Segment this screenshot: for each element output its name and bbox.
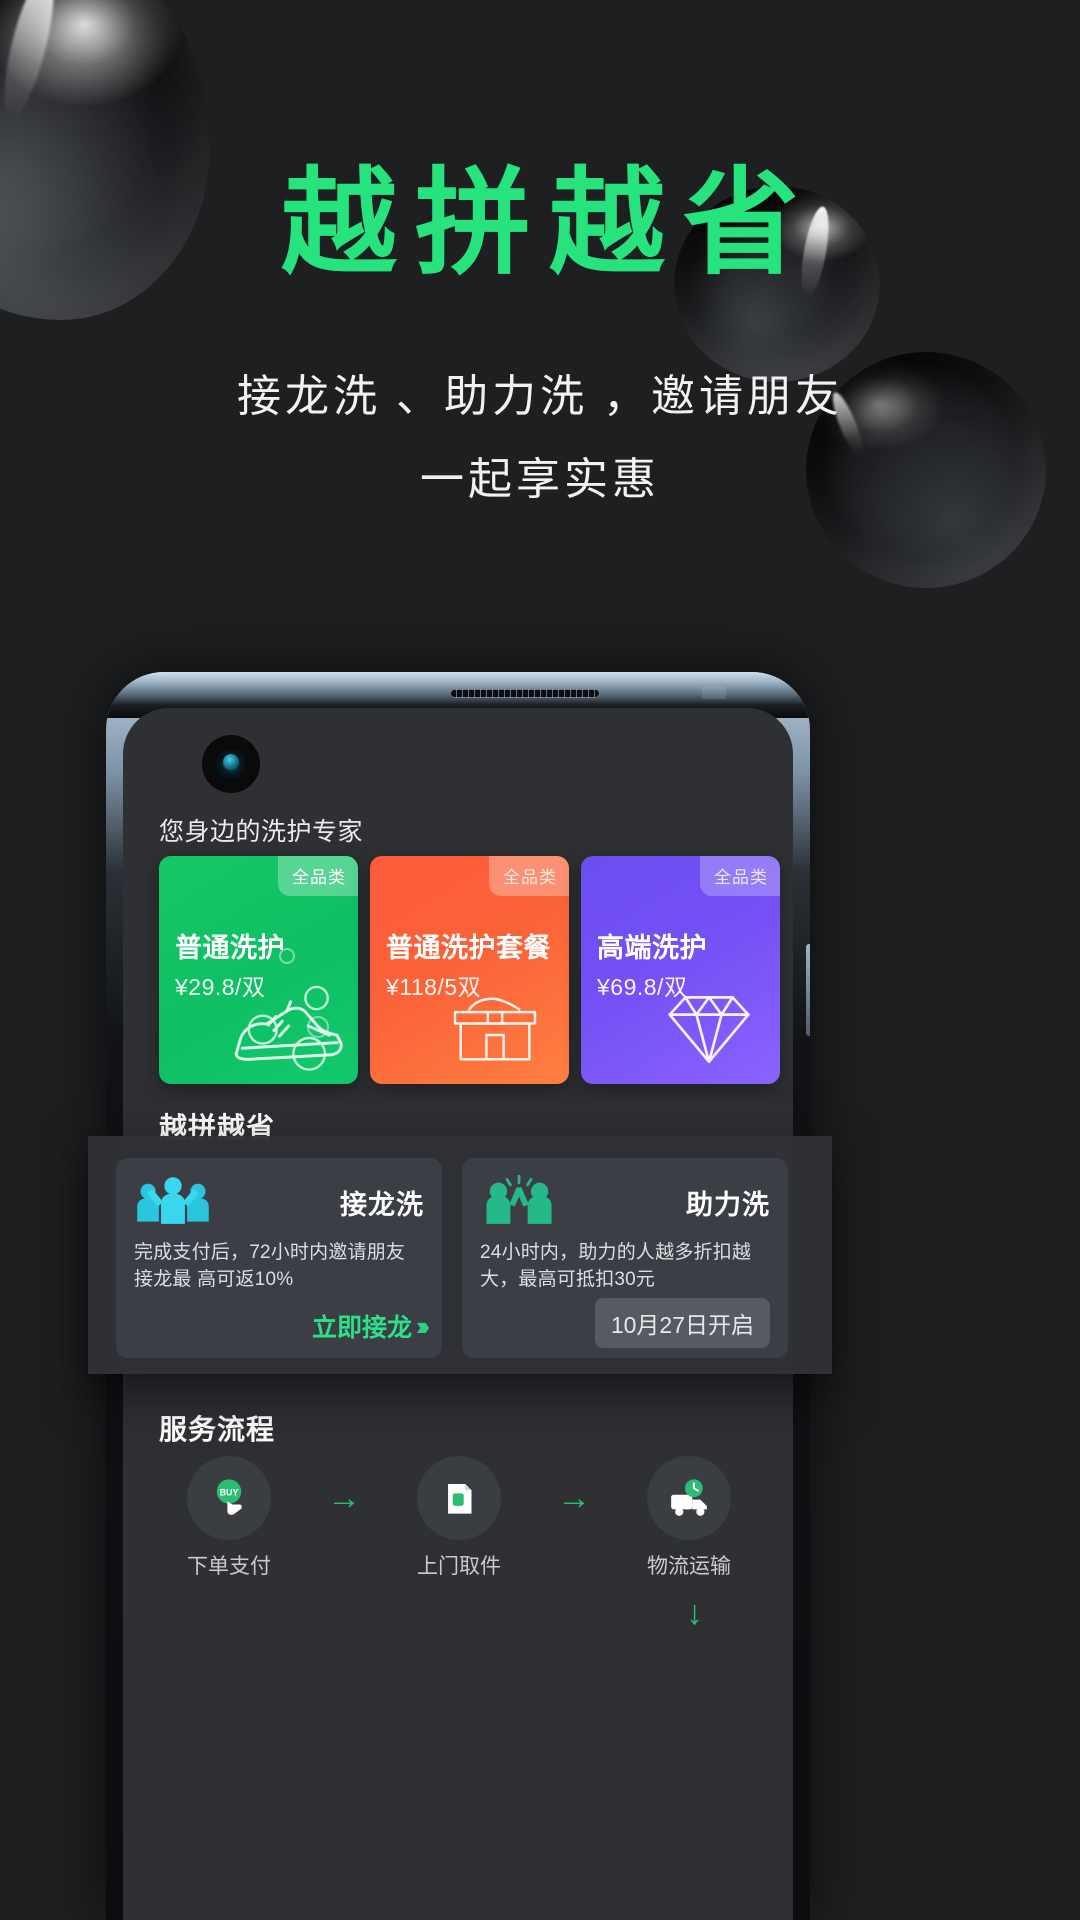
- flow-arrow-1: →: [327, 1479, 361, 1517]
- promo-overlay-panel: 接龙洗 完成支付后，72小时内邀请朋友接龙最 高可返10% 立即接龙 ››› 助…: [88, 1136, 832, 1374]
- flow-step-1[interactable]: BUY 下单支付: [159, 1456, 299, 1580]
- flow-arrow-2: →: [557, 1479, 591, 1517]
- flow-step-3[interactable]: 物流运输: [619, 1456, 759, 1580]
- phone-volume-button: [806, 944, 810, 1036]
- promo-card-title: 接龙洗: [340, 1189, 424, 1220]
- category-badge: 全品类: [489, 856, 569, 896]
- delivery-truck-icon: [647, 1456, 731, 1540]
- product-name: 普通洗护套餐: [386, 933, 551, 963]
- flow-step-label: 物流运输: [647, 1555, 731, 1578]
- flow-step-label: 上门取件: [417, 1555, 501, 1578]
- product-card-list: 全品类 普通洗护 ¥29.8/双 全品类 普通洗护套餐 ¥118/5双 全品类 …: [159, 856, 780, 1084]
- start-date-badge: 10月27日开启: [594, 1298, 770, 1348]
- hero-subtitle-line1: 接龙洗 、助力洗 ，邀请朋友: [237, 372, 843, 421]
- promo-card-list: 接龙洗 完成支付后，72小时内邀请朋友接龙最 高可返10% 立即接龙 ››› 助…: [116, 1158, 788, 1358]
- app-header-title: 您身边的洗护专家: [159, 818, 364, 846]
- section-title-flow: 服务流程: [159, 1408, 276, 1450]
- bubble-accent: [279, 948, 295, 964]
- section-title-flow-text: 服务流程: [159, 1414, 276, 1445]
- product-card-高端洗护[interactable]: 全品类 高端洗护 ¥69.8/双: [581, 856, 780, 1084]
- product-name: 普通洗护: [175, 933, 285, 963]
- earpiece-speaker: [450, 689, 600, 698]
- tap-to-pay-icon: BUY: [187, 1456, 271, 1540]
- service-flow: BUY 下单支付 → 上门取件 → 物流运输 ↓: [159, 1456, 759, 1633]
- flow-step-2[interactable]: 上门取件: [389, 1456, 529, 1580]
- promo-card-desc: 24小时内，助力的人越多折扣越大，最高可抵扣30元: [480, 1242, 752, 1290]
- category-badge: 全品类: [278, 856, 358, 896]
- product-card-普通洗护套餐[interactable]: 全品类 普通洗护套餐 ¥118/5双: [370, 856, 569, 1084]
- sneaker-icon: [234, 985, 343, 1071]
- front-camera-icon: [205, 738, 257, 790]
- promo-card-title: 助力洗: [686, 1189, 770, 1220]
- product-name: 高端洗护: [597, 933, 707, 963]
- hero-subtitle-line2: 一起享实惠: [420, 455, 660, 504]
- group-cheer-icon: [134, 1174, 212, 1231]
- poster-canvas: 越拼越省 接龙洗 、助力洗 ，邀请朋友 一起享实惠 您身边的洗护专家 全品类 普…: [0, 0, 1080, 1920]
- chevron-right-icon: ›››: [416, 1310, 430, 1341]
- promo-card-助力洗[interactable]: 助力洗 24小时内，助力的人越多折扣越大，最高可抵扣30元 10月27日开启: [462, 1158, 788, 1358]
- flow-step-label: 下单支付: [187, 1555, 271, 1578]
- shoebox-icon: [453, 997, 537, 1061]
- pickup-bag-icon: [417, 1456, 501, 1540]
- page-title: 越拼越省: [281, 158, 817, 288]
- diamond-icon: [668, 996, 750, 1064]
- flow-down-arrow: ↓: [686, 1594, 703, 1632]
- product-card-普通洗护[interactable]: 全品类 普通洗护 ¥29.8/双: [159, 856, 358, 1084]
- join-now-button[interactable]: 立即接龙 ›››: [312, 1308, 430, 1344]
- phone-side-button: [702, 686, 726, 699]
- promo-card-desc: 完成支付后，72小时内邀请朋友接龙最 高可返10%: [134, 1242, 406, 1290]
- join-now-label: 立即接龙: [312, 1314, 413, 1342]
- promo-card-接龙洗[interactable]: 接龙洗 完成支付后，72小时内邀请朋友接龙最 高可返10% 立即接龙 ›››: [116, 1158, 442, 1358]
- category-badge: 全品类: [700, 856, 780, 896]
- svg-text:BUY: BUY: [220, 1488, 239, 1498]
- high-five-icon: [480, 1174, 558, 1231]
